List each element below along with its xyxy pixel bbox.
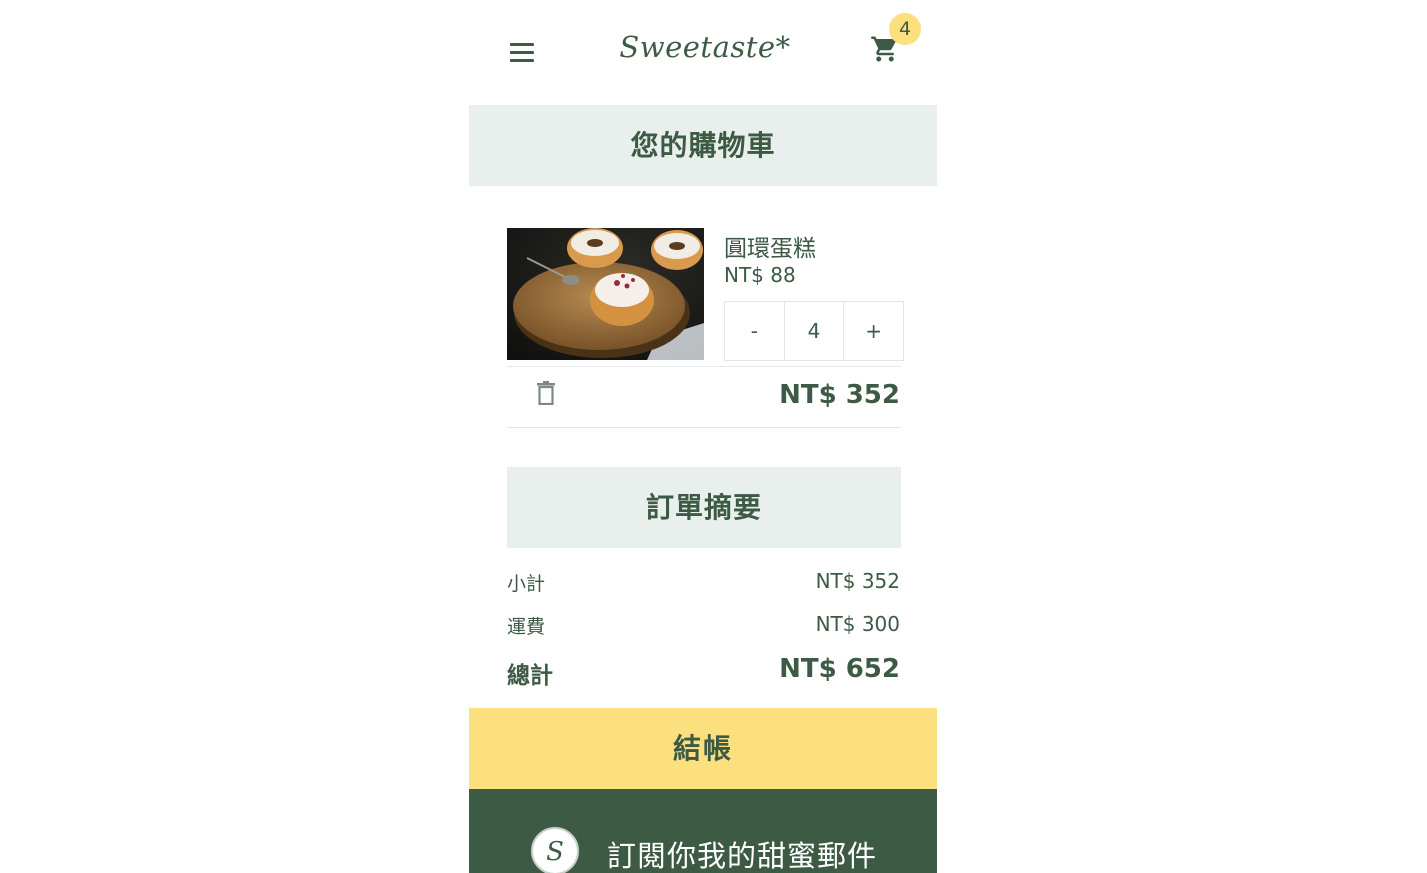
shipping-value: NT$ 300 <box>815 612 900 636</box>
quantity-value[interactable]: 4 <box>785 302 844 360</box>
cart-title: 您的購物車 <box>469 105 937 186</box>
subtotal-label: 小計 <box>507 573 546 595</box>
order-summary-title: 訂單摘要 <box>507 467 901 548</box>
cart-page: Sweetaste* 4 您的購物車 圓環蛋糕 NT$ 88 - 4 + NT$… <box>0 0 1427 873</box>
total-value: NT$ 652 <box>779 654 900 684</box>
subtotal-value: NT$ 352 <box>815 569 900 593</box>
cart-count-badge: 4 <box>889 13 921 45</box>
newsletter-heading: 訂閱你我的甜蜜郵件 <box>607 839 878 873</box>
footer-logo: S <box>531 827 579 873</box>
quantity-stepper: - 4 + <box>724 301 904 361</box>
footer: S 訂閱你我的甜蜜郵件 <box>469 789 937 873</box>
checkout-button[interactable]: 結帳 <box>469 708 937 789</box>
trash-icon[interactable] <box>536 381 556 409</box>
increase-quantity-button[interactable]: + <box>843 302 903 360</box>
item-divider-bottom <box>507 427 901 428</box>
product-unit-price: NT$ 88 <box>724 263 796 287</box>
product-name[interactable]: 圓環蛋糕 <box>724 229 816 263</box>
shipping-label: 運費 <box>507 616 546 638</box>
decrease-quantity-button[interactable]: - <box>725 302 785 360</box>
product-image <box>507 228 704 360</box>
brand-logo[interactable]: Sweetaste* <box>600 30 810 64</box>
item-line-total: NT$ 352 <box>779 380 900 410</box>
item-divider-top <box>507 366 901 367</box>
menu-icon[interactable] <box>510 43 534 63</box>
total-label: 總計 <box>507 663 553 689</box>
